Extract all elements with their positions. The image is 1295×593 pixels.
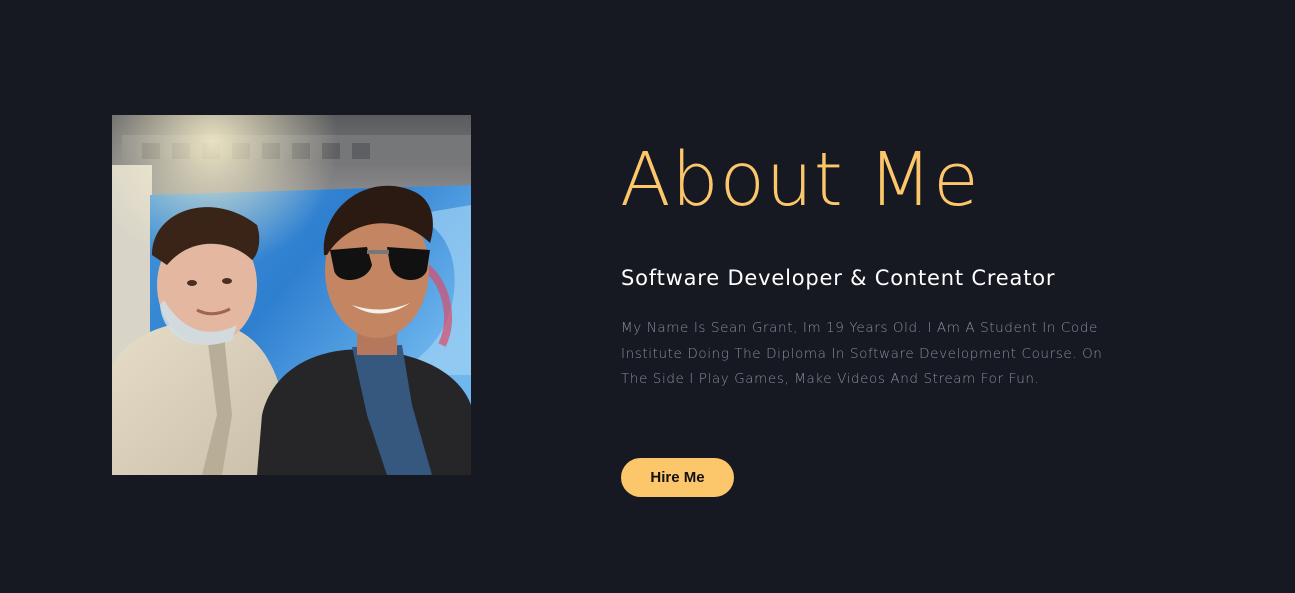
profile-photo-illustration: [112, 115, 471, 475]
profile-photo: [112, 115, 471, 475]
hire-me-button[interactable]: Hire Me: [621, 458, 734, 497]
about-section: About Me Software Developer & Content Cr…: [0, 0, 1295, 593]
page-title: About Me: [620, 137, 980, 223]
bio-text: My Name Is Sean Grant, Im 19 Years Old. …: [621, 320, 1103, 387]
subtitle: Software Developer & Content Creator: [621, 266, 1056, 290]
